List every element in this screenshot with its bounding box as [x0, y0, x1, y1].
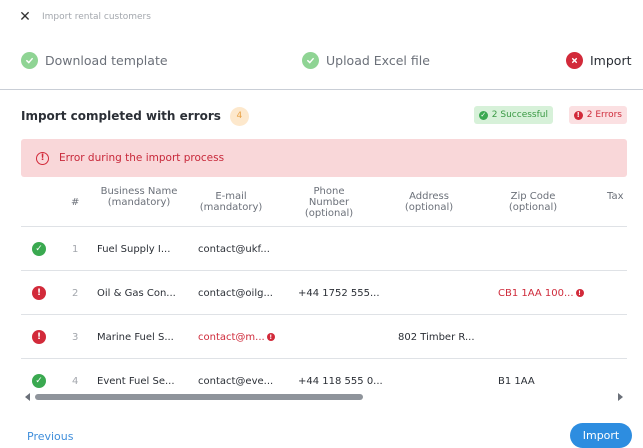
summary-title: Import completed with errors — [21, 109, 221, 123]
successful-badge: ✓ 2 Successful — [473, 106, 553, 124]
close-icon[interactable]: ✕ — [18, 9, 32, 25]
field-error-icon[interactable]: ! — [266, 333, 275, 341]
alert-text: Error during the import process — [59, 152, 225, 164]
table-row[interactable]: ! 2 Oil & Gas Con... contact@oilg... +44… — [21, 270, 627, 314]
status-cell: ✓ — [32, 359, 46, 392]
step-label: Import — [590, 53, 632, 68]
successful-label: 2 Successful — [491, 110, 548, 120]
dialog-header: ✕ Import rental customers — [0, 0, 643, 34]
email-cell-error[interactable]: contact@m... ! — [198, 315, 275, 359]
status-cell: ✓ — [32, 227, 46, 271]
phone-cell: +44 1752 555... — [298, 287, 380, 299]
error-icon: ! — [32, 330, 46, 344]
business-name-cell: Marine Fuel S... — [97, 331, 174, 343]
step-label: Download template — [45, 53, 168, 68]
scroll-right-icon[interactable] — [618, 393, 623, 401]
email-cell: contact@eve... — [198, 375, 274, 387]
business-name-cell: Fuel Supply I... — [97, 243, 171, 255]
row-index: 1 — [72, 243, 79, 255]
email-value: contact@m... — [198, 331, 265, 343]
email-cell: contact@oilg... — [198, 287, 273, 299]
row-index: 4 — [72, 375, 79, 387]
exclamation-circle-icon: ! — [36, 151, 49, 165]
table-row[interactable]: ✓ 1 Fuel Supply I... contact@ukf... — [21, 226, 627, 270]
table-row[interactable]: ! 3 Marine Fuel S... contact@m... ! 802 … — [21, 314, 627, 358]
horizontal-scrollbar[interactable] — [21, 391, 627, 405]
error-circle-icon — [566, 52, 583, 69]
errors-label: 2 Errors — [586, 110, 622, 120]
errors-badge: ! 2 Errors — [568, 106, 627, 124]
phone-cell: +44 118 555 0... — [298, 375, 383, 387]
error-icon: ! — [32, 286, 46, 300]
step-download-template: Download template — [21, 52, 168, 69]
email-cell: contact@ukf... — [198, 243, 270, 255]
row-index: 3 — [72, 331, 79, 343]
business-name-cell: Oil & Gas Con... — [97, 287, 176, 299]
import-table: # Business Name (mandatory) E-mail (mand… — [21, 182, 627, 392]
zip-code-value: CB1 1AA 100... — [498, 287, 574, 299]
step-import: Import — [566, 52, 632, 69]
status-cell: ! — [32, 271, 46, 315]
success-icon: ✓ — [32, 374, 46, 388]
address-cell: 802 Timber R... — [398, 331, 475, 343]
exclamation-circle-icon: ! — [573, 110, 583, 120]
success-icon: ✓ — [32, 242, 46, 256]
scroll-left-icon[interactable] — [25, 393, 30, 401]
count-badge: 4 — [229, 106, 249, 126]
import-summary: Import completed with errors 4 ✓ 2 Succe… — [21, 106, 627, 126]
column-header-phone: Phone Number (optional) — [304, 186, 354, 219]
zip-code-cell-error[interactable]: CB1 1AA 100... ! — [498, 271, 584, 315]
table-header: # Business Name (mandatory) E-mail (mand… — [21, 182, 627, 226]
column-header-zip-code: Zip Code (optional) — [508, 191, 558, 213]
step-label: Upload Excel file — [326, 53, 430, 68]
column-header-index: # — [71, 197, 80, 208]
row-index: 2 — [72, 287, 79, 299]
scrollbar-thumb[interactable] — [35, 394, 363, 400]
column-header-tax: Tax (opt — [607, 191, 627, 202]
check-circle-icon: ✓ — [478, 110, 488, 120]
zip-code-cell: B1 1AA — [498, 375, 535, 387]
stepper: Download template Upload Excel file Impo… — [0, 44, 643, 78]
step-upload-excel: Upload Excel file — [302, 52, 430, 69]
error-alert: ! Error during the import process — [21, 139, 627, 177]
import-button[interactable]: Import — [570, 423, 632, 448]
previous-button[interactable]: Previous — [27, 430, 74, 443]
dialog-title: Import rental customers — [42, 12, 151, 22]
status-cell: ! — [32, 315, 46, 359]
field-error-icon[interactable]: ! — [575, 289, 584, 297]
table-row[interactable]: ✓ 4 Event Fuel Se... contact@eve... +44 … — [21, 358, 627, 392]
divider — [0, 89, 643, 90]
column-header-email: E-mail (mandatory) — [199, 191, 263, 213]
column-header-address: Address (optional) — [404, 191, 454, 213]
check-circle-icon — [302, 52, 319, 69]
column-header-business-name: Business Name (mandatory) — [100, 186, 178, 208]
business-name-cell: Event Fuel Se... — [97, 375, 175, 387]
check-circle-icon — [21, 52, 38, 69]
dialog-footer: Previous Import — [0, 420, 643, 448]
